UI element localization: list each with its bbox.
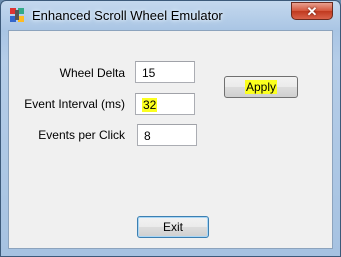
exit-button-label: Exit xyxy=(162,220,183,234)
dialog-body: Wheel Delta 32 15 Event Interval (ms) 32… xyxy=(8,30,333,249)
events-per-click-label: Events per Click xyxy=(38,128,125,142)
events-per-click-value: 8 xyxy=(144,129,151,143)
event-interval-input[interactable]: 32 xyxy=(135,93,195,115)
close-icon: ✕ xyxy=(306,3,318,19)
events-per-click-input[interactable]: 8 xyxy=(137,124,197,146)
apply-button[interactable]: Apply xyxy=(224,76,298,98)
title-bar[interactable]: Enhanced Scroll Wheel Emulator ✕ xyxy=(1,1,340,29)
exit-button[interactable]: Exit xyxy=(137,216,209,238)
apply-button-label: Apply xyxy=(244,80,278,94)
window-title: Enhanced Scroll Wheel Emulator xyxy=(32,8,223,23)
app-window: Enhanced Scroll Wheel Emulator ✕ Wheel D… xyxy=(0,0,341,257)
close-button[interactable]: ✕ xyxy=(291,2,333,20)
wheel-delta-input[interactable]: 32 15 xyxy=(135,61,195,83)
wheel-delta-text: 15 xyxy=(142,66,156,80)
event-interval-label: Event Interval (ms) xyxy=(24,97,125,111)
event-interval-value: 32 xyxy=(142,98,158,112)
app-icon xyxy=(10,8,24,22)
wheel-delta-label: Wheel Delta xyxy=(59,66,125,80)
